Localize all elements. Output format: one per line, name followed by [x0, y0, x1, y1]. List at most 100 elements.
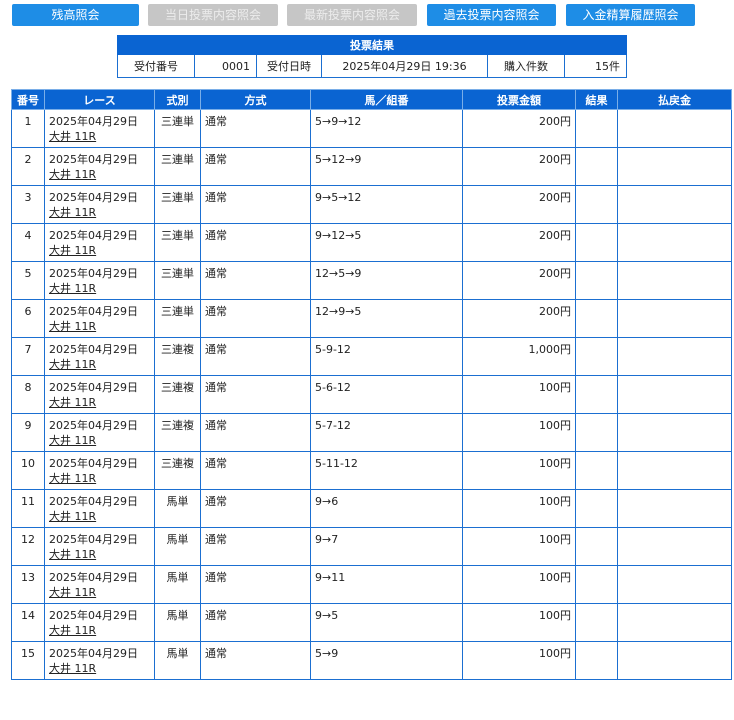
row-race: 2025年04月29日 大井 11R	[44, 147, 155, 186]
row-race-date: 2025年04月29日	[49, 153, 138, 166]
race-link[interactable]: 大井 11R	[49, 396, 96, 409]
row-race: 2025年04月29日 大井 11R	[44, 185, 155, 224]
row-method: 通常	[200, 109, 311, 148]
race-link[interactable]: 大井 11R	[49, 320, 96, 333]
row-payout	[617, 375, 732, 414]
row-race: 2025年04月29日 大井 11R	[44, 299, 155, 338]
row-payout	[617, 413, 732, 452]
row-combination: 9→7	[310, 527, 463, 566]
header-bet-type: 式別	[154, 89, 201, 110]
header-race: レース	[44, 89, 155, 110]
row-result	[575, 565, 618, 604]
race-link[interactable]: 大井 11R	[49, 510, 96, 523]
row-race-date: 2025年04月29日	[49, 381, 138, 394]
row-race: 2025年04月29日 大井 11R	[44, 641, 155, 680]
row-result	[575, 413, 618, 452]
row-bet-type: 三連単	[154, 147, 201, 186]
table-row: 1 2025年04月29日 大井 11R 三連単 通常 5→9→12 200円	[11, 109, 732, 148]
row-method: 通常	[200, 337, 311, 376]
race-link[interactable]: 大井 11R	[49, 548, 96, 561]
row-combination: 12→9→5	[310, 299, 463, 338]
deposit-settlement-history-button[interactable]: 入金精算履歴照会	[566, 4, 695, 26]
balance-inquiry-button[interactable]: 残高照会	[12, 4, 139, 26]
table-row: 6 2025年04月29日 大井 11R 三連単 通常 12→9→5 200円	[11, 299, 732, 338]
row-amount: 200円	[462, 147, 576, 186]
race-link[interactable]: 大井 11R	[49, 472, 96, 485]
table-row: 8 2025年04月29日 大井 11R 三連複 通常 5-6-12 100円	[11, 375, 732, 414]
vote-summary-table: 投票結果 受付番号 0001 受付日時 2025年04月29日 19:36 購入…	[117, 35, 627, 78]
row-amount: 200円	[462, 299, 576, 338]
header-payout: 払戻金	[617, 89, 732, 110]
table-row: 10 2025年04月29日 大井 11R 三連複 通常 5-11-12 100円	[11, 451, 732, 490]
row-result	[575, 641, 618, 680]
row-amount: 100円	[462, 375, 576, 414]
race-link[interactable]: 大井 11R	[49, 282, 96, 295]
row-payout	[617, 603, 732, 642]
row-bet-type: 三連複	[154, 413, 201, 452]
row-result	[575, 451, 618, 490]
row-method: 通常	[200, 147, 311, 186]
row-payout	[617, 147, 732, 186]
row-result	[575, 489, 618, 528]
row-race-date: 2025年04月29日	[49, 609, 138, 622]
row-method: 通常	[200, 565, 311, 604]
row-number: 4	[11, 223, 45, 262]
row-race: 2025年04月29日 大井 11R	[44, 109, 155, 148]
row-method: 通常	[200, 223, 311, 262]
summary-title: 投票結果	[117, 35, 627, 55]
race-link[interactable]: 大井 11R	[49, 168, 96, 181]
race-link[interactable]: 大井 11R	[49, 130, 96, 143]
race-link[interactable]: 大井 11R	[49, 358, 96, 371]
race-link[interactable]: 大井 11R	[49, 434, 96, 447]
row-combination: 5→12→9	[310, 147, 463, 186]
row-amount: 100円	[462, 565, 576, 604]
receipt-number-value: 0001	[194, 54, 257, 78]
header-method: 方式	[200, 89, 311, 110]
row-method: 通常	[200, 299, 311, 338]
row-number: 7	[11, 337, 45, 376]
race-link[interactable]: 大井 11R	[49, 244, 96, 257]
row-amount: 100円	[462, 641, 576, 680]
row-amount: 100円	[462, 527, 576, 566]
race-link[interactable]: 大井 11R	[49, 206, 96, 219]
results-header-row: 番号 レース 式別 方式 馬／組番 投票金額 結果 払戻金	[11, 89, 732, 110]
latest-votes-inquiry-button: 最新投票内容照会	[287, 4, 417, 26]
row-method: 通常	[200, 261, 311, 300]
row-amount: 100円	[462, 451, 576, 490]
row-combination: 5-7-12	[310, 413, 463, 452]
table-row: 2 2025年04月29日 大井 11R 三連単 通常 5→12→9 200円	[11, 147, 732, 186]
race-link[interactable]: 大井 11R	[49, 662, 96, 675]
receipt-datetime-label: 受付日時	[256, 54, 322, 78]
row-number: 9	[11, 413, 45, 452]
purchase-count-value: 15件	[564, 54, 627, 78]
row-amount: 200円	[462, 261, 576, 300]
row-payout	[617, 185, 732, 224]
row-race: 2025年04月29日 大井 11R	[44, 527, 155, 566]
race-link[interactable]: 大井 11R	[49, 624, 96, 637]
row-combination: 9→12→5	[310, 223, 463, 262]
row-result	[575, 147, 618, 186]
row-race-date: 2025年04月29日	[49, 305, 138, 318]
row-result	[575, 603, 618, 642]
row-bet-type: 馬単	[154, 565, 201, 604]
header-combination: 馬／組番	[310, 89, 463, 110]
row-payout	[617, 527, 732, 566]
race-link[interactable]: 大井 11R	[49, 586, 96, 599]
row-race: 2025年04月29日 大井 11R	[44, 413, 155, 452]
row-race-date: 2025年04月29日	[49, 647, 138, 660]
row-race: 2025年04月29日 大井 11R	[44, 337, 155, 376]
row-method: 通常	[200, 527, 311, 566]
past-votes-inquiry-button[interactable]: 過去投票内容照会	[427, 4, 556, 26]
row-amount: 100円	[462, 603, 576, 642]
row-number: 11	[11, 489, 45, 528]
row-method: 通常	[200, 451, 311, 490]
row-method: 通常	[200, 489, 311, 528]
header-number: 番号	[11, 89, 45, 110]
row-number: 15	[11, 641, 45, 680]
row-number: 8	[11, 375, 45, 414]
header-amount: 投票金額	[462, 89, 576, 110]
row-payout	[617, 261, 732, 300]
row-race-date: 2025年04月29日	[49, 267, 138, 280]
row-number: 3	[11, 185, 45, 224]
row-payout	[617, 299, 732, 338]
